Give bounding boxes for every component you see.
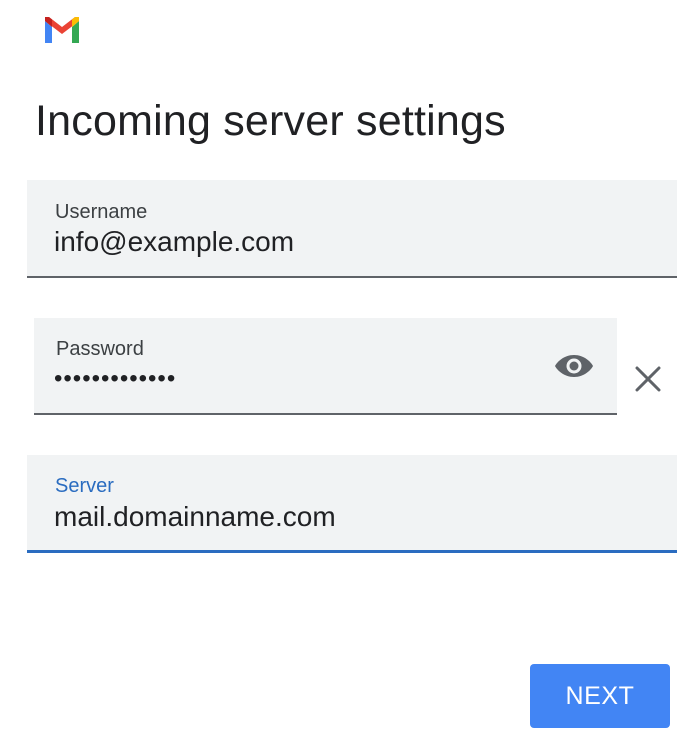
eye-icon[interactable] bbox=[553, 351, 595, 381]
server-input[interactable]: mail.domainname.com bbox=[54, 500, 336, 534]
gmail-logo-icon bbox=[45, 17, 79, 43]
password-input[interactable]: ••••••••••••• bbox=[54, 362, 176, 396]
page-title: Incoming server settings bbox=[35, 97, 506, 145]
close-icon[interactable] bbox=[633, 364, 663, 394]
password-field[interactable]: Password ••••••••••••• bbox=[34, 318, 617, 415]
password-label: Password bbox=[56, 338, 144, 360]
server-label: Server bbox=[55, 475, 114, 497]
next-button[interactable]: NEXT bbox=[530, 664, 670, 728]
server-field[interactable]: Server mail.domainname.com bbox=[27, 455, 677, 553]
username-label: Username bbox=[55, 201, 148, 223]
username-field[interactable]: Username info@example.com bbox=[27, 180, 677, 278]
username-input[interactable]: info@example.com bbox=[54, 225, 294, 259]
